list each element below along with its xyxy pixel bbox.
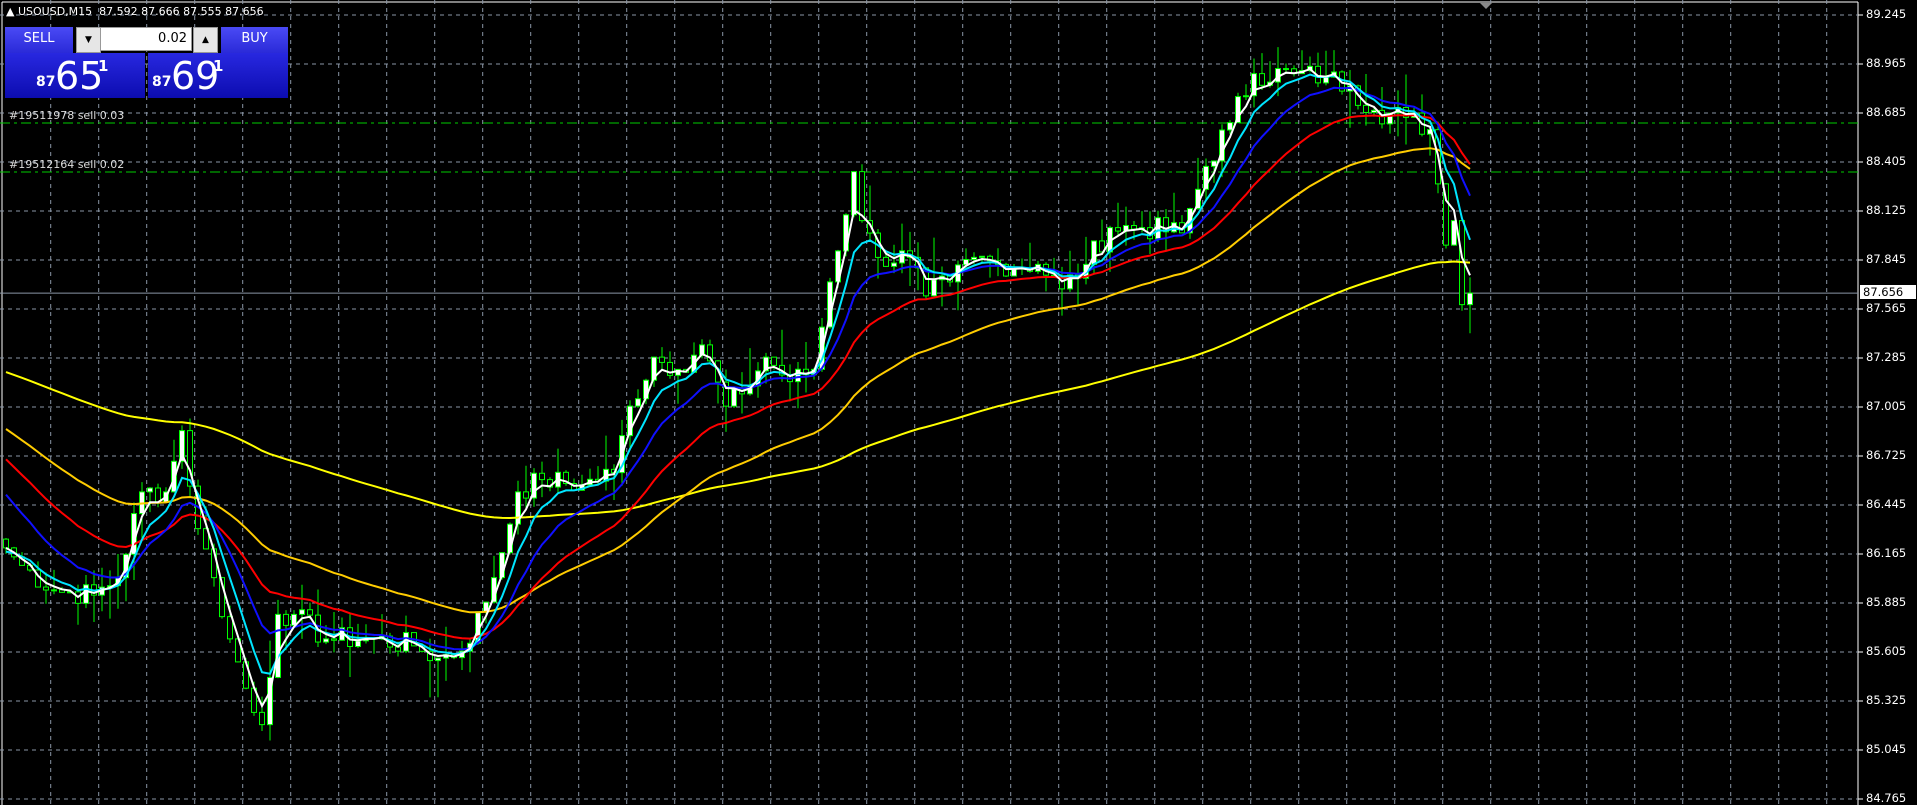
candle-body [1283,68,1289,71]
price-tick-label: 86.165 [1866,546,1907,560]
price-tick-label: 85.605 [1866,644,1907,658]
candle-body [43,586,49,591]
candle-body [635,398,641,407]
candle-body [1131,225,1137,230]
candle-body [3,538,9,549]
price-tick-label: 87.285 [1866,350,1907,364]
price-chart[interactable] [0,0,1917,805]
price-tick-label: 88.685 [1866,105,1907,119]
price-tick-label: 88.405 [1866,154,1907,168]
candle-body [331,638,337,641]
lot-size-input[interactable] [100,27,192,51]
candle-body [539,472,545,481]
price-tick-label: 84.765 [1866,791,1907,805]
bid-prefix: 87 [36,74,56,90]
candle-body [299,609,305,615]
order-label[interactable]: #19511978 sell 0.03 [9,109,124,122]
bid-pip: 1 [98,57,109,75]
candle-body [275,613,281,678]
collapse-icon[interactable]: ▲ [6,5,18,18]
candle-body [771,356,777,366]
candle-body [435,657,441,662]
buy-price-tile[interactable]: 87 69 1 [148,53,288,98]
symbol-timeframe: USOUSD,M15 [17,5,93,18]
candle-body [795,368,801,383]
current-price-label: 87.656 [1860,285,1916,299]
candle-body [523,491,529,499]
candle-body [1115,227,1121,232]
price-tick-label: 89.245 [1866,7,1907,21]
buy-button[interactable]: BUY [221,27,288,54]
price-tick-label: 86.725 [1866,448,1907,462]
candle-body [307,609,313,616]
ask-pip: 1 [213,57,224,75]
candle-body [979,255,985,258]
candle-body [971,256,977,260]
candle-body [83,584,89,604]
sell-price-tile[interactable]: 87 65 1 [5,53,145,98]
price-tick-label: 87.845 [1866,252,1907,266]
candle-body [51,589,57,592]
candle-body [1227,122,1233,131]
candle-body [1243,95,1249,98]
candle-body [1363,104,1369,113]
candle-body [931,279,937,297]
candle-body [283,613,289,626]
candle-body [259,711,265,726]
bid-big-digits: 65 [55,54,104,98]
lot-decrease-icon[interactable]: ▼ [76,27,101,53]
candle-body [355,640,361,647]
price-tick-label: 85.885 [1866,595,1907,609]
price-tick-label: 87.565 [1866,301,1907,315]
candle-body [659,356,665,363]
one-click-trading-panel: SELL ▼ ▲ BUY 87 65 1 87 69 1 [5,27,288,98]
price-tick-label: 88.125 [1866,203,1907,217]
candle-body [883,256,889,267]
chart-header: ▲ USOUSD,M15 87.592 87.666 87.555 87.656 [6,5,264,18]
candle-body [1371,109,1377,113]
price-tick-label: 86.445 [1866,497,1907,511]
candle-body [731,388,737,407]
sell-button[interactable]: SELL [5,27,73,54]
moving-average-line [5,73,1471,675]
candle-body [1259,73,1265,86]
price-tick-label: 88.965 [1866,56,1907,70]
price-tick-label: 85.325 [1866,693,1907,707]
candle-body [851,171,857,216]
ohlc-readout: 87.592 87.666 87.555 87.656 [99,5,264,18]
candle-body [323,638,329,643]
lot-increase-icon[interactable]: ▲ [193,27,218,53]
ask-prefix: 87 [152,74,172,90]
candle-body [891,262,897,267]
price-tick-label: 87.005 [1866,399,1907,413]
candle-body [147,487,153,493]
price-tick-label: 85.045 [1866,742,1907,756]
order-label[interactable]: #19512164 sell 0.02 [9,158,124,171]
candle-body [1467,292,1473,306]
